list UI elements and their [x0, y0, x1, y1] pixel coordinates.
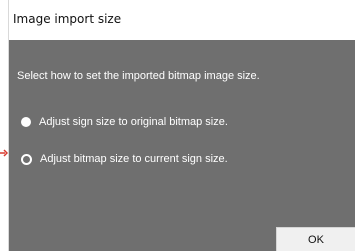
dialog-body: Select how to set the imported bitmap im…: [9, 40, 355, 251]
radio-selected-icon[interactable]: [21, 153, 32, 165]
option-label: Adjust sign size to original bitmap size…: [39, 116, 228, 128]
radio-filled-icon[interactable]: [21, 117, 31, 127]
dialog-title-bar: Image import size: [9, 0, 355, 40]
ok-button[interactable]: OK: [276, 227, 355, 251]
dialog-title: Image import size: [13, 12, 122, 26]
instruction-text: Select how to set the imported bitmap im…: [17, 70, 260, 82]
red-arrow-icon: [0, 149, 8, 157]
option-label: Adjust bitmap size to current sign size.: [40, 153, 228, 165]
option-adjust-bitmap-size[interactable]: Adjust bitmap size to current sign size.: [21, 151, 228, 167]
screen: Image import size Select how to set the …: [0, 0, 355, 251]
image-import-size-dialog: Image import size Select how to set the …: [8, 0, 355, 251]
option-adjust-sign-size[interactable]: Adjust sign size to original bitmap size…: [21, 114, 228, 130]
